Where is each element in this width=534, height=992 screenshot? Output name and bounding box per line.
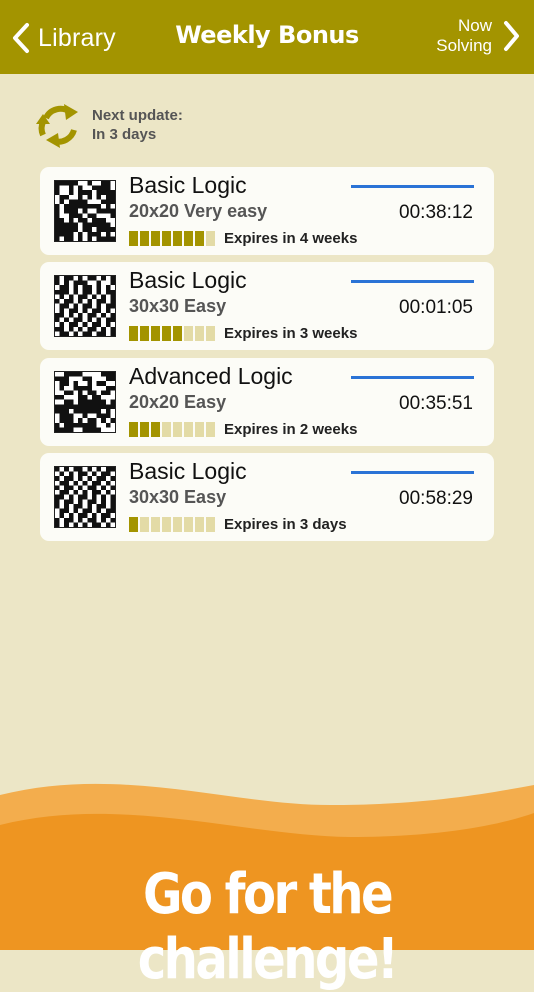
- expiry-segment: [140, 231, 149, 246]
- puzzle-size-difficulty: 20x20 Easy: [129, 392, 227, 412]
- puzzle-card[interactable]: Basic Logic 20x20 Very easy 00:38:12 Expire…: [40, 167, 494, 255]
- expiry-meter: [129, 422, 217, 437]
- expiry-segment: [129, 517, 138, 532]
- puzzle-title: Basic Logic: [129, 458, 247, 484]
- expiry-segment: [195, 326, 204, 341]
- now-solving-label: Now Solving: [436, 16, 492, 56]
- puzzle-title: Basic Logic: [129, 267, 247, 293]
- expiry-segment: [140, 422, 149, 437]
- expiry-segment: [151, 326, 160, 341]
- expiry-text: Expires in 3 days: [224, 516, 347, 533]
- expiry-segment: [206, 517, 215, 532]
- puzzle-thumbnail-icon: [54, 371, 116, 433]
- expiry-segment: [129, 326, 138, 341]
- progress-line: [351, 185, 474, 188]
- puzzle-size-difficulty: 30x30 Easy: [129, 487, 227, 507]
- expiry-text: Expires in 4 weeks: [224, 230, 358, 247]
- expiry-segment: [162, 231, 171, 246]
- next-update-info: Next update: In 3 days: [34, 100, 183, 150]
- elapsed-time: 00:58:29: [399, 488, 473, 509]
- expiry-segment: [140, 326, 149, 341]
- puzzle-card[interactable]: Basic Logic 30x30 Easy 00:58:29 Expires in …: [40, 453, 494, 541]
- next-update-label: Next update:: [92, 107, 183, 124]
- elapsed-time: 00:35:51: [399, 393, 473, 414]
- navigation-bar: Library Weekly Bonus Now Solving: [0, 0, 534, 74]
- expiry-segment: [173, 517, 182, 532]
- expiry-segment: [140, 517, 149, 532]
- expiry-meter: [129, 326, 217, 341]
- now-solving-button[interactable]: Now Solving: [436, 16, 520, 56]
- expiry-segment: [206, 326, 215, 341]
- expiry-segment: [195, 517, 204, 532]
- refresh-icon: [36, 104, 78, 148]
- expiry-segment: [162, 517, 171, 532]
- expiry-segment: [173, 231, 182, 246]
- expiry-segment: [151, 517, 160, 532]
- expiry-segment: [184, 517, 193, 532]
- expiry-segment: [206, 231, 215, 246]
- now-solving-line1: Now: [457, 16, 492, 35]
- progress-line: [351, 471, 474, 474]
- puzzle-title: Advanced Logic: [129, 363, 293, 389]
- now-solving-line2: Solving: [436, 36, 492, 55]
- puzzle-thumbnail-icon: [54, 180, 116, 242]
- elapsed-time: 00:01:05: [399, 297, 473, 318]
- expiry-segment: [129, 422, 138, 437]
- puzzle-size-difficulty: 20x20 Very easy: [129, 201, 268, 221]
- expiry-segment: [151, 231, 160, 246]
- progress-line: [351, 280, 474, 283]
- expiry-segment: [151, 422, 160, 437]
- expiry-segment: [162, 326, 171, 341]
- expiry-segment: [184, 422, 193, 437]
- elapsed-time: 00:38:12: [399, 202, 473, 223]
- expiry-text: Expires in 2 weeks: [224, 421, 358, 438]
- chevron-right-icon: [504, 21, 519, 51]
- expiry-segment: [195, 231, 204, 246]
- puzzle-thumbnail-icon: [54, 275, 116, 337]
- promo-banner-text: Go for the challenge!: [137, 862, 399, 992]
- expiry-segment: [184, 231, 193, 246]
- progress-line: [351, 376, 474, 379]
- next-update-value: In 3 days: [92, 126, 157, 143]
- expiry-meter: [129, 231, 217, 246]
- expiry-segment: [129, 231, 138, 246]
- expiry-segment: [162, 422, 171, 437]
- puzzle-title: Basic Logic: [129, 172, 247, 198]
- expiry-meter: [129, 517, 217, 532]
- expiry-segment: [173, 422, 182, 437]
- expiry-text: Expires in 3 weeks: [224, 325, 358, 342]
- expiry-segment: [184, 326, 193, 341]
- puzzle-size-difficulty: 30x30 Easy: [129, 296, 227, 316]
- expiry-segment: [195, 422, 204, 437]
- puzzle-thumbnail-icon: [54, 466, 116, 528]
- puzzle-card[interactable]: Advanced Logic 20x20 Easy 00:35:51 Expires …: [40, 358, 494, 446]
- expiry-segment: [206, 422, 215, 437]
- expiry-segment: [173, 326, 182, 341]
- puzzle-card[interactable]: Basic Logic 30x30 Easy 00:01:05 Expires in …: [40, 262, 494, 350]
